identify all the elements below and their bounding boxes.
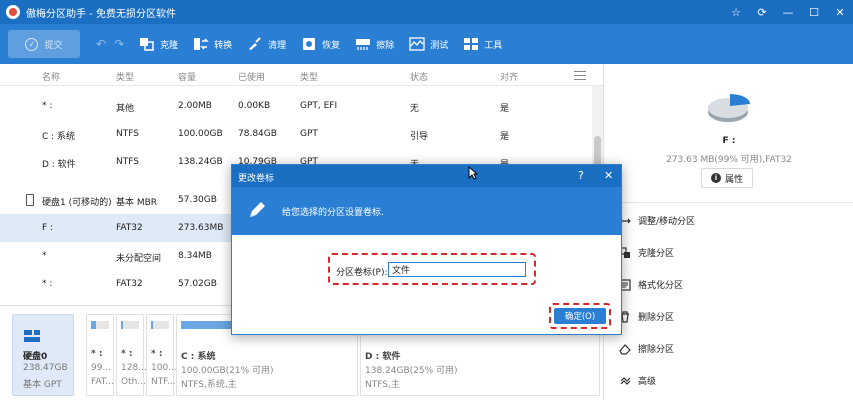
app-window: 傲梅分区助手 - 免费无损分区软件 ☆ ⟳ — ☐ ✕ ✓ 提交 ↶ ↷ 克隆 … [0,0,853,400]
toolbar-item-label: 工具 [484,40,503,51]
action-clone-partition[interactable]: 克隆分区 [618,246,674,259]
partition-card[interactable]: * : 100... NTF... [146,314,177,396]
disk-type: 基本 GPT [23,380,62,390]
column-header-name[interactable]: 名称 [42,70,60,83]
toolbar-tools-button[interactable]: 工具 [463,37,502,51]
selected-partition-info: 273.63 MB(99% 可用),FAT32 [666,155,792,165]
info-icon: i [710,173,721,183]
action-delete-partition[interactable]: 删除分区 [618,310,674,323]
label-input[interactable] [388,262,526,277]
window-controls: ☆ ⟳ — ☐ ✕ [723,0,853,24]
selected-partition-name: F : [722,136,736,146]
disk-name: 硬盘0 [23,352,48,362]
partition-card[interactable]: * : 128... Oth... [116,314,147,396]
partition-usage-bar [91,321,97,329]
favorite-icon[interactable]: ☆ [723,0,749,24]
right-panel: F : 273.63 MB(99% 可用),FAT32 i 属性 调整/移动分区… [603,64,853,400]
erase-icon [618,342,631,355]
column-header-capacity[interactable]: 容量 [178,70,196,83]
refresh-icon[interactable]: ⟳ [749,0,775,24]
toolbar-convert-button[interactable]: 转换 [193,37,232,51]
help-icon[interactable]: ? [578,169,584,182]
convert-icon [193,37,209,51]
commit-button[interactable]: ✓ 提交 [8,30,80,58]
label-field-label: 分区卷标(P): [336,268,388,278]
redo-icon[interactable]: ↷ [114,37,124,51]
ok-button[interactable]: 确定(O) [554,308,606,324]
window-title: 傲梅分区助手 - 免费无损分区软件 [26,8,176,20]
pen-icon [250,202,265,217]
table-header: 名称 类型 容量 已使用 类型 状态 对齐 [0,64,603,86]
column-menu-icon[interactable] [574,71,586,80]
toolbar-recover-button[interactable]: 恢复 [301,37,340,51]
disk-card[interactable]: 硬盘0 238.47GB 基本 GPT [12,314,74,396]
recover-icon [301,37,317,51]
column-header-fs[interactable]: 类型 [300,70,318,83]
column-header-status[interactable]: 状态 [410,70,428,83]
table-row[interactable]: * : 其他 2.00MB 0.00KB GPT, EFI 无 是 [0,92,592,120]
partition-card[interactable]: * : 99... FAT... [86,314,114,396]
table-row[interactable]: C : 系统 NTFS 100.00GB 78.84GB GPT 引导 是 [0,120,592,148]
action-resize-partition[interactable]: 调整/移动分区 [618,214,695,227]
test-icon [409,37,425,51]
rename-label-dialog: 更改卷标 ? ✕ 给您选择的分区设置卷标. 分区卷标(P): 确定(O) [231,164,622,335]
clone-icon [139,37,155,51]
dialog-banner: 给您选择的分区设置卷标. [232,187,621,235]
toolbar-clone-button[interactable]: 克隆 [139,37,178,51]
action-erase-partition[interactable]: 擦除分区 [618,342,674,355]
column-header-used[interactable]: 已使用 [238,70,265,83]
column-header-align[interactable]: 对齐 [500,70,518,83]
maximize-icon[interactable]: ☐ [801,0,827,24]
check-icon: ✓ [25,37,39,51]
dialog-message: 给您选择的分区设置卷标. [282,208,384,218]
toolbar-item-label: 克隆 [160,40,179,51]
dialog-title: 更改卷标 [238,174,275,184]
app-logo-icon [6,5,20,19]
toolbar-item-label: 清理 [268,40,287,51]
properties-button[interactable]: i 属性 [701,168,753,188]
column-header-type[interactable]: 类型 [116,70,134,83]
wipe-icon [355,37,371,51]
toolbar-item-label: 测试 [430,40,449,51]
pie-chart-icon [708,94,750,122]
mouse-cursor-icon [468,166,478,180]
toolbar-clean-button[interactable]: 清理 [247,37,286,51]
commit-label: 提交 [44,40,63,51]
toolbar-item-label: 擦除 [376,40,395,51]
tools-icon [463,37,479,51]
toolbar-item-label: 恢复 [322,40,341,51]
hard-disk-icon [24,330,40,342]
clean-icon [247,37,263,51]
action-format-partition[interactable]: 格式化分区 [618,278,683,291]
dialog-close-icon[interactable]: ✕ [604,169,613,182]
removable-disk-icon [26,194,34,206]
action-advanced[interactable]: 高级 [618,374,656,387]
disk-size: 238.47GB [23,363,68,373]
toolbar: ✓ 提交 ↶ ↷ 克隆 转换 清理 恢复 擦除 测试 工具 [0,24,853,64]
advanced-icon [618,374,631,387]
toolbar-test-button[interactable]: 测试 [409,37,448,51]
close-icon[interactable]: ✕ [827,0,853,24]
toolbar-item-label: 转换 [214,40,233,51]
minimize-icon[interactable]: — [775,0,801,24]
title-bar: 傲梅分区助手 - 免费无损分区软件 ☆ ⟳ — ☐ ✕ [0,0,853,24]
dialog-title-bar: 更改卷标 ? ✕ [232,165,621,187]
ok-button-highlight: 确定(O) [549,303,611,329]
partition-usage-bar [151,321,153,329]
partition-usage-bar [121,321,123,329]
toolbar-wipe-button[interactable]: 擦除 [355,37,394,51]
undo-icon[interactable]: ↶ [96,37,106,51]
label-field-highlight: 分区卷标(P): [328,253,536,285]
undo-redo: ↶ ↷ [96,37,124,51]
